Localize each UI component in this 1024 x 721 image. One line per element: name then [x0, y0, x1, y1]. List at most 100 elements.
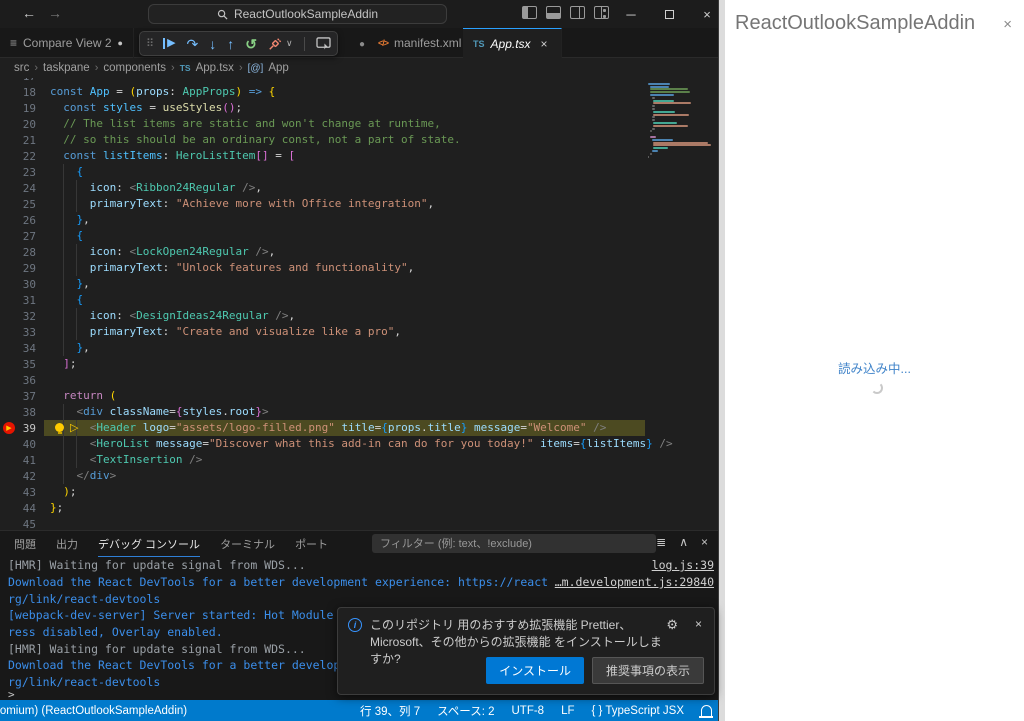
show-recommendations-button[interactable]: 推奨事項の表示 — [592, 657, 704, 684]
minimap-line — [653, 147, 668, 149]
console-line: [HMR] Waiting for update signal from WDS… — [0, 557, 718, 574]
install-button[interactable]: インストール — [486, 657, 584, 684]
line-number: 21 — [0, 134, 36, 147]
code-line[interactable]: 33 primaryText: "Create and visualize li… — [0, 324, 718, 340]
maximize-button[interactable] — [650, 0, 688, 28]
debug-dropdown-chevron-icon[interactable]: ∨ — [286, 38, 293, 49]
code-line[interactable]: ▷39 <Header logo="assets/logo-filled.png… — [0, 420, 718, 436]
breadcrumb-item[interactable]: App.tsx — [196, 62, 234, 74]
window-edge[interactable] — [718, 0, 725, 721]
language-mode[interactable]: { } TypeScript JSX — [592, 705, 684, 717]
customize-layout-icon[interactable] — [594, 6, 609, 19]
maximize-panel-icon[interactable]: ∧ — [679, 535, 688, 549]
step-into-button[interactable]: ↓ — [209, 37, 216, 51]
code-line[interactable]: 35 ]; — [0, 356, 718, 372]
tab-label: Compare View 2 — [23, 36, 112, 50]
eol-setting[interactable]: LF — [561, 705, 574, 717]
line-number: 26 — [0, 214, 36, 227]
command-center-search[interactable]: ReactOutlookSampleAddin — [148, 4, 447, 24]
drag-grip-icon[interactable]: ⠿ — [146, 37, 152, 50]
code-line[interactable]: 32 icon: <DesignIdeas24Regular />, — [0, 308, 718, 324]
close-panel-icon[interactable]: × — [701, 535, 708, 549]
code-line[interactable]: 26 }, — [0, 212, 718, 228]
code-text: <HeroList message="Discover what this ad… — [50, 436, 673, 452]
tab-manifest-xml[interactable]: </> manifest.xml — [368, 28, 472, 58]
code-line[interactable]: 24 icon: <Ribbon24Regular />, — [0, 180, 718, 196]
encoding[interactable]: UTF-8 — [512, 705, 545, 717]
code-line[interactable]: 29 primaryText: "Unlock features and fun… — [0, 260, 718, 276]
breadcrumb-item[interactable]: taskpane — [43, 62, 90, 74]
source-link[interactable]: …m.development.js:29840 — [555, 575, 714, 589]
code-line[interactable]: 45 — [0, 516, 718, 530]
code-line[interactable]: 20 // The list items are static and won'… — [0, 116, 718, 132]
code-text: // so this should be an ordinary const, … — [50, 132, 461, 148]
code-line[interactable]: 31 { — [0, 292, 718, 308]
panel-tab-問題[interactable]: 問題 — [14, 536, 36, 552]
indentation-setting[interactable]: スペース: 2 — [437, 703, 494, 719]
breadcrumb-item[interactable]: src — [14, 62, 29, 74]
webview-title: ReactOutlookSampleAddin — [735, 12, 975, 35]
breakpoint-current-icon[interactable] — [3, 422, 15, 434]
breadcrumb[interactable]: src›taskpane›components›TSApp.tsx›[@]App — [0, 58, 718, 78]
line-number: 45 — [0, 518, 36, 531]
close-webview-icon[interactable]: × — [1003, 16, 1012, 33]
code-line[interactable]: 19 const styles = useStyles(); — [0, 100, 718, 116]
code-line[interactable]: 22 const listItems: HeroListItem[] = [ — [0, 148, 718, 164]
screencast-icon[interactable] — [316, 37, 331, 50]
console-filter-input[interactable] — [372, 534, 656, 553]
step-out-button[interactable]: ↑ — [227, 37, 234, 51]
code-line[interactable]: 30 }, — [0, 276, 718, 292]
panel-tab-ポート[interactable]: ポート — [295, 536, 328, 552]
code-line[interactable]: 23 { — [0, 164, 718, 180]
step-over-button[interactable]: ↷ — [187, 37, 199, 51]
code-editor[interactable]: 1718const App = (props: AppProps) => {19… — [0, 78, 718, 530]
notifications-bell-icon[interactable] — [701, 705, 712, 716]
code-text: icon: <Ribbon24Regular />, — [50, 180, 262, 196]
debug-session-label[interactable]: romium) (ReactOutlookSampleAddin) — [0, 705, 187, 717]
breadcrumb-item[interactable]: App — [268, 62, 288, 74]
panel-tab-出力[interactable]: 出力 — [56, 536, 78, 552]
code-line[interactable]: 38 <div className={styles.root}> — [0, 404, 718, 420]
minimap[interactable] — [648, 80, 714, 164]
toggle-secondary-sidebar-icon[interactable] — [570, 6, 585, 19]
panel-tab-ターミナル[interactable]: ターミナル — [220, 536, 275, 552]
panel-tab-デバッグ コンソール[interactable]: デバッグ コンソール — [98, 536, 200, 557]
back-icon[interactable]: ← — [22, 5, 36, 21]
forward-icon[interactable]: → — [48, 5, 62, 21]
filter-options-icon[interactable]: ≣ — [656, 535, 666, 549]
gear-icon[interactable]: ⚙ — [666, 617, 678, 633]
minimap-line — [652, 119, 655, 121]
disconnect-button[interactable] — [268, 37, 282, 51]
breadcrumb-item[interactable]: components — [103, 62, 166, 74]
code-text: { — [50, 228, 83, 244]
cursor-position[interactable]: 行 39、列 7 — [360, 703, 420, 719]
code-line[interactable]: 28 icon: <LockOpen24Regular />, — [0, 244, 718, 260]
code-line[interactable]: 44}; — [0, 500, 718, 516]
code-line[interactable]: 25 primaryText: "Achieve more with Offic… — [0, 196, 718, 212]
code-line[interactable]: 40 <HeroList message="Discover what this… — [0, 436, 718, 452]
source-link[interactable]: log.js:39 — [652, 558, 714, 572]
code-line[interactable]: 37 return ( — [0, 388, 718, 404]
restart-button[interactable]: ↺ — [245, 37, 257, 51]
code-line[interactable]: 41 <TextInsertion /> — [0, 452, 718, 468]
code-text: <TextInsertion /> — [50, 452, 202, 468]
code-line[interactable]: 27 { — [0, 228, 718, 244]
code-line[interactable]: 21 // so this should be an ordinary cons… — [0, 132, 718, 148]
minimize-button[interactable]: ─ — [612, 0, 650, 28]
code-line[interactable]: 42 </div> — [0, 468, 718, 484]
close-notification-icon[interactable]: × — [695, 617, 702, 631]
breadcrumb-separator: › — [34, 62, 38, 74]
tab-app-tsx[interactable]: TS App.tsx × — [463, 28, 562, 58]
close-tab-icon[interactable]: × — [541, 37, 548, 51]
code-line[interactable]: 34 }, — [0, 340, 718, 356]
toggle-panel-icon[interactable] — [546, 6, 561, 19]
minimap-line — [652, 116, 656, 118]
continue-button[interactable]: ▶ — [163, 38, 175, 49]
tab-compare-view[interactable]: ≡ Compare View 2 ● — [0, 28, 134, 58]
code-text: </div> — [50, 468, 116, 484]
lightbulb-icon[interactable] — [55, 423, 64, 432]
code-line[interactable]: 18const App = (props: AppProps) => { — [0, 84, 718, 100]
code-line[interactable]: 43 ); — [0, 484, 718, 500]
toggle-sidebar-icon[interactable] — [522, 6, 537, 19]
code-line[interactable]: 36 — [0, 372, 718, 388]
